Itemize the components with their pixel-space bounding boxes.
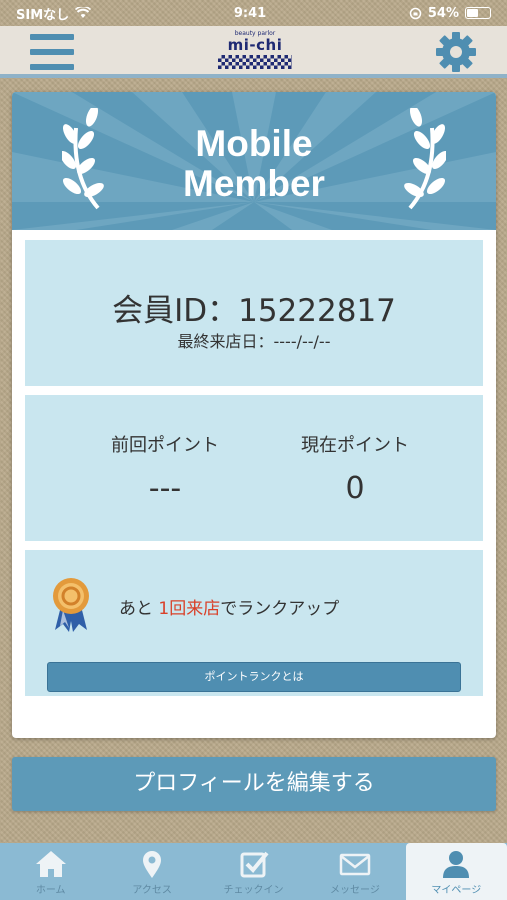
status-right: 54% bbox=[409, 6, 491, 21]
rank-visits-remaining: 1回来店 bbox=[158, 599, 221, 619]
battery-icon bbox=[464, 7, 491, 19]
previous-points-label: 前回ポイント bbox=[111, 435, 219, 456]
menu-bar bbox=[30, 34, 74, 40]
app-header: beauty parlor mi-chi bbox=[0, 26, 507, 78]
member-id-label: 会員ID： bbox=[112, 293, 239, 329]
lock-rotation-icon bbox=[409, 7, 422, 19]
point-rank-info-button[interactable]: ポイントランクとは bbox=[47, 662, 461, 692]
current-points-label: 現在ポイント bbox=[301, 435, 409, 456]
current-points-value: 0 bbox=[345, 471, 365, 506]
member-card: Mobile Member 会員ID：15222817 最終来店日：----/-… bbox=[12, 92, 496, 738]
status-time: 9:41 bbox=[233, 5, 267, 21]
rank-up-message: あと 1回来店でランクアップ bbox=[119, 594, 339, 619]
status-bar: SIMなし 9:41 54% bbox=[0, 0, 507, 26]
member-banner: Mobile Member bbox=[12, 92, 496, 230]
tab-mypage[interactable]: マイページ bbox=[405, 843, 507, 900]
rank-text-after: でランクアップ bbox=[220, 599, 340, 619]
banner-title: Mobile Member bbox=[12, 124, 496, 204]
carrier-label: SIMなし bbox=[16, 7, 70, 23]
rank-text-before: あと bbox=[119, 599, 153, 619]
previous-points: 前回ポイント --- bbox=[65, 431, 265, 506]
bottom-tab-bar: ホーム アクセス チェックイン メッセージ マイページ bbox=[0, 843, 507, 900]
tab-mypage-label: マイページ bbox=[431, 885, 482, 896]
logo-name: mi-chi bbox=[227, 36, 283, 54]
tab-checkin-label: チェックイン bbox=[223, 885, 284, 896]
member-id: 会員ID：15222817 bbox=[25, 285, 483, 330]
battery-fill bbox=[466, 9, 478, 17]
tab-access-label: アクセス bbox=[132, 885, 172, 896]
current-points: 現在ポイント 0 bbox=[255, 431, 455, 506]
app-logo: beauty parlor mi-chi bbox=[215, 30, 295, 74]
gear-icon[interactable] bbox=[434, 30, 478, 74]
tab-message-label: メッセージ bbox=[330, 885, 380, 896]
wifi-icon bbox=[75, 7, 92, 18]
rank-panel: あと 1回来店でランクアップ ポイントランクとは bbox=[25, 550, 483, 696]
tab-home-label: ホーム bbox=[35, 885, 66, 896]
previous-points-value: --- bbox=[148, 471, 182, 506]
tab-message[interactable]: メッセージ bbox=[304, 843, 405, 900]
battery-percent: 54% bbox=[427, 5, 459, 21]
member-id-panel: 会員ID：15222817 最終来店日：----/--/-- bbox=[25, 240, 483, 386]
user-icon bbox=[443, 851, 470, 878]
home-icon bbox=[35, 851, 66, 877]
hamburger-menu-icon[interactable] bbox=[30, 34, 74, 70]
logo-pattern bbox=[218, 55, 292, 69]
points-panel: 前回ポイント --- 現在ポイント 0 bbox=[25, 395, 483, 541]
status-left: SIMなし bbox=[16, 4, 92, 23]
edit-profile-button[interactable]: プロフィールを編集する bbox=[12, 757, 496, 811]
checkbox-icon bbox=[240, 851, 269, 878]
menu-bar bbox=[30, 64, 74, 70]
tab-home[interactable]: ホーム bbox=[0, 843, 101, 900]
mail-icon bbox=[339, 853, 371, 876]
banner-title-line1: Mobile bbox=[195, 123, 313, 164]
banner-title-line2: Member bbox=[183, 163, 325, 204]
tab-checkin[interactable]: チェックイン bbox=[203, 843, 304, 900]
member-id-value: 15222817 bbox=[238, 293, 396, 329]
tab-access[interactable]: アクセス bbox=[101, 843, 202, 900]
menu-bar bbox=[30, 49, 74, 55]
location-pin-icon bbox=[143, 851, 162, 878]
last-visit-date: 最終来店日：----/--/-- bbox=[177, 332, 331, 351]
medal-icon bbox=[53, 578, 89, 632]
